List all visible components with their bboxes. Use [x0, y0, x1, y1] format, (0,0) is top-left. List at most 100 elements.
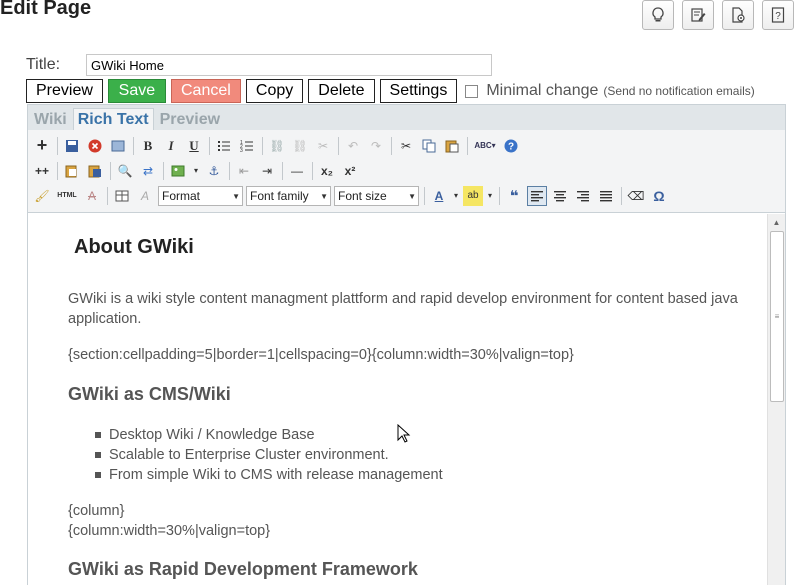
unlink-icon[interactable]: ⛓ — [290, 136, 310, 156]
cut-icon[interactable]: ✂ — [396, 136, 416, 156]
help-icon[interactable]: ? — [501, 136, 521, 156]
chevron-down-icon: ▼ — [320, 191, 328, 201]
align-justify-icon[interactable] — [596, 186, 616, 206]
toolbar-separator — [57, 161, 58, 180]
html-source-icon[interactable]: HTML — [55, 186, 79, 206]
replace-icon[interactable]: ⇄ — [138, 161, 158, 181]
align-right-icon[interactable] — [573, 186, 593, 206]
preview-button[interactable]: Preview — [26, 79, 103, 103]
chevron-down-icon: ▼ — [232, 191, 240, 201]
svg-text:?: ? — [775, 11, 781, 22]
edit-note-icon[interactable] — [682, 0, 714, 30]
paste-icon[interactable] — [442, 136, 462, 156]
horizontal-rule-icon[interactable]: — — [287, 161, 307, 181]
editor-panel: Wiki Rich Text Preview + B I U 123 ⛓ ⛓ ✂… — [27, 104, 786, 585]
text-color-dropdown-icon[interactable]: ▾ — [452, 186, 460, 206]
toolbar-row-1: + B I U 123 ⛓ ⛓ ✂ ↶ ↷ ✂ ABC▾ ? — [28, 133, 785, 158]
paste-word-icon[interactable] — [85, 161, 105, 181]
outdent-icon[interactable]: ⇤ — [234, 161, 254, 181]
action-button-row: Preview Save Cancel Copy Delete Settings… — [26, 79, 755, 103]
toolbar-separator — [57, 136, 58, 155]
image-icon[interactable] — [168, 161, 188, 181]
undo-icon[interactable]: ↶ — [343, 136, 363, 156]
help-icon[interactable]: ? — [762, 0, 794, 30]
editor-toolbar: + B I U 123 ⛓ ⛓ ✂ ↶ ↷ ✂ ABC▾ ? ++ 🔍 ⇄ ▾ … — [28, 130, 785, 213]
list-item-text: Scalable to Enterprise Cluster environme… — [109, 447, 389, 463]
svg-text:?: ? — [508, 141, 514, 152]
settings-button[interactable]: Settings — [379, 79, 458, 103]
scroll-up-arrow-icon[interactable]: ▲ — [768, 214, 785, 230]
align-center-icon[interactable] — [550, 186, 570, 206]
format-select[interactable]: Format ▼ — [158, 185, 243, 206]
scroll-thumb[interactable]: ≡ — [770, 231, 784, 402]
save-icon[interactable] — [62, 136, 82, 156]
find-icon[interactable]: 🔍 — [115, 161, 135, 181]
minimal-change-label: Minimal change — [486, 82, 599, 99]
tab-wiki[interactable]: Wiki — [30, 109, 71, 130]
font-family-select[interactable]: Font family ▼ — [246, 185, 331, 206]
anchor-icon[interactable]: ⚓ — [204, 161, 224, 181]
tab-rich-text[interactable]: Rich Text — [72, 108, 154, 130]
editor-tabs: Wiki Rich Text Preview — [28, 105, 785, 130]
toolbar-separator — [391, 136, 392, 155]
minimal-change-option: Minimal change (Send no notification ema… — [465, 82, 755, 100]
tab-preview[interactable]: Preview — [156, 109, 224, 130]
column-start-text: {column:width=30%|valign=top} — [68, 523, 271, 539]
font-size-select[interactable]: Font size ▼ — [334, 185, 419, 206]
format-select-value: Format — [162, 188, 201, 203]
font-family-select-value: Font family — [250, 188, 309, 203]
link-icon[interactable]: ⛓ — [267, 136, 287, 156]
cancel-icon[interactable] — [85, 136, 105, 156]
title-input[interactable] — [86, 54, 492, 76]
align-left-icon[interactable] — [527, 185, 547, 206]
remove-format-icon[interactable]: A — [82, 186, 102, 206]
cancel-button[interactable]: Cancel — [170, 79, 241, 103]
bold-icon[interactable]: B — [138, 136, 158, 156]
subscript-icon[interactable]: x₂ — [317, 161, 337, 181]
style-icon[interactable]: A — [135, 186, 155, 206]
add-icon[interactable]: + — [32, 135, 52, 156]
paste-text-icon[interactable] — [62, 161, 82, 181]
minimal-change-checkbox[interactable] — [465, 84, 479, 98]
spellcheck-icon[interactable]: ABC▾ — [472, 136, 498, 156]
superscript-icon[interactable]: x² — [340, 161, 360, 181]
add-more-icon[interactable]: ++ — [32, 161, 52, 181]
lightbulb-icon[interactable] — [642, 0, 674, 30]
toolbar-separator — [467, 136, 468, 155]
table-icon[interactable] — [112, 186, 132, 206]
image-dropdown-icon[interactable]: ▾ — [191, 161, 201, 181]
save-button[interactable]: Save — [107, 79, 166, 103]
anchor-cut-icon[interactable]: ✂ — [313, 136, 333, 156]
content-scrollbar[interactable]: ▲ ≡ — [767, 214, 785, 585]
delete-button[interactable]: Delete — [308, 79, 375, 103]
mouse-pointer-icon — [397, 424, 411, 443]
indent-icon[interactable]: ⇥ — [257, 161, 277, 181]
numbered-list-icon[interactable]: 123 — [237, 136, 257, 156]
clean-format-icon[interactable]: 🖌 — [32, 186, 52, 206]
content-heading: About GWiki — [74, 236, 194, 258]
toolbar-separator — [133, 136, 134, 155]
bullet-square-icon — [95, 472, 101, 478]
bullet-list-icon[interactable] — [214, 136, 234, 156]
highlight-color-icon[interactable]: ab — [463, 185, 483, 206]
text-color-icon[interactable]: A — [429, 186, 449, 206]
underline-icon[interactable]: U — [184, 136, 204, 156]
toolbar-separator — [312, 161, 313, 180]
eraser-icon[interactable]: ⌫ — [626, 186, 646, 206]
rich-text-content[interactable]: About GWiki GWiki is a wiki style conten… — [28, 214, 767, 585]
toolbar-separator — [110, 161, 111, 180]
page-settings-icon[interactable] — [722, 0, 754, 30]
cms-heading: GWiki as CMS/Wiki — [68, 384, 231, 404]
copy-icon[interactable] — [419, 136, 439, 156]
toolbar-row-3: 🖌 HTML A A Format ▼ Font family ▼ Font s… — [28, 183, 785, 208]
italic-icon[interactable]: I — [161, 136, 181, 156]
toolbar-separator — [621, 186, 622, 205]
highlight-dropdown-icon[interactable]: ▾ — [486, 186, 494, 206]
page-title: Edit Page — [0, 0, 92, 19]
fullscreen-icon[interactable] — [108, 136, 128, 156]
toolbar-separator — [282, 161, 283, 180]
special-char-icon[interactable]: Ω — [649, 186, 669, 206]
blockquote-icon[interactable]: ❝ — [504, 186, 524, 206]
copy-button[interactable]: Copy — [245, 79, 304, 103]
redo-icon[interactable]: ↷ — [366, 136, 386, 156]
